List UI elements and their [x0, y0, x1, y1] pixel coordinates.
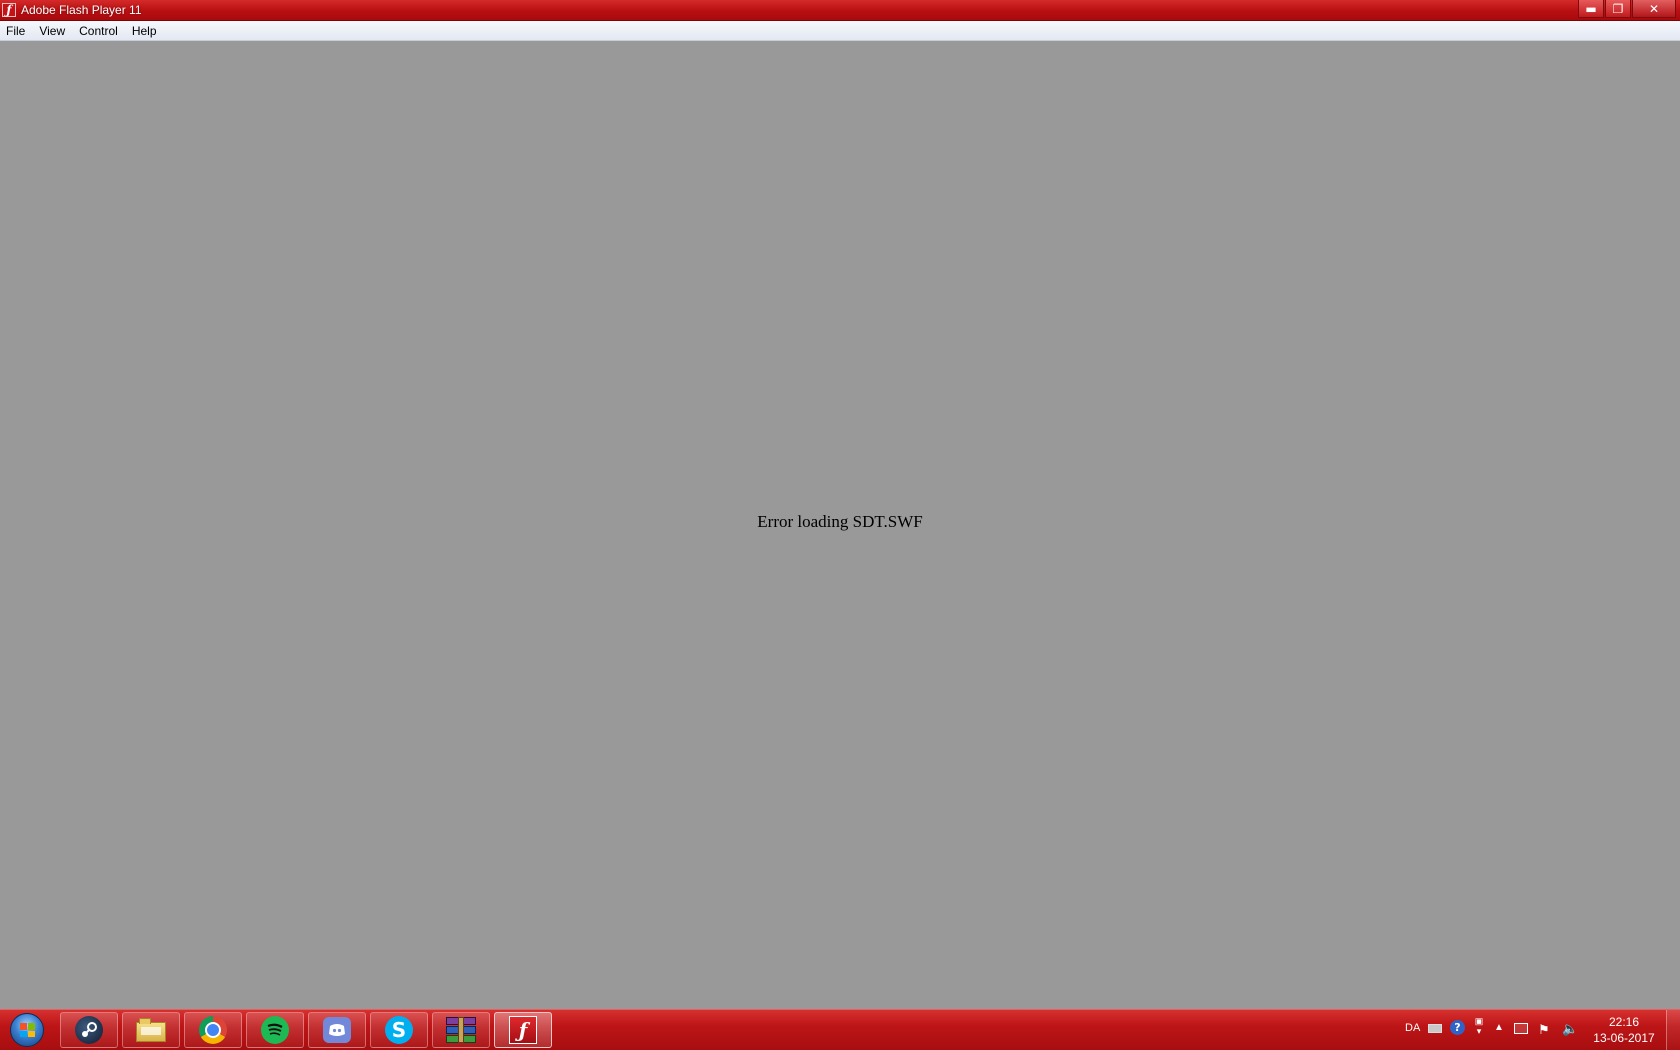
spotify-icon [261, 1016, 289, 1044]
title-bar[interactable]: ƒ Adobe Flash Player 11 ▬ ❐ ✕ [0, 0, 1680, 21]
taskbar-app-flash-player[interactable]: ƒ [494, 1012, 552, 1048]
help-icon[interactable]: ? [1450, 1020, 1465, 1035]
menu-control[interactable]: Control [72, 22, 125, 40]
skype-icon: S [385, 1016, 413, 1044]
show-hidden-icons-icon[interactable]: ▲ [1494, 1022, 1504, 1033]
flash-stage[interactable]: Error loading SDT.SWF [0, 41, 1680, 1009]
volume-icon[interactable]: 🔈 [1562, 1021, 1578, 1037]
menu-file[interactable]: File [0, 22, 32, 40]
taskbar-app-skype[interactable]: S [370, 1012, 428, 1048]
chrome-icon [199, 1016, 227, 1044]
taskbar-app-discord[interactable] [308, 1012, 366, 1048]
restore-icon: ❐ [1612, 1, 1624, 16]
clock-time: 22:16 [1608, 1015, 1640, 1029]
window-title: Adobe Flash Player 11 [21, 3, 142, 17]
discord-icon [323, 1017, 351, 1043]
network-icon[interactable] [1514, 1023, 1528, 1034]
window-controls: ▬ ❐ ✕ [1577, 0, 1676, 19]
close-icon: ✕ [1648, 1, 1660, 16]
taskbar-app-spotify[interactable] [246, 1012, 304, 1048]
menu-bar: File View Control Help [0, 21, 1680, 41]
taskbar-app-winrar[interactable] [432, 1012, 490, 1048]
start-button[interactable] [3, 1012, 51, 1048]
taskbar-app-file-explorer[interactable] [122, 1012, 180, 1048]
taskbar-app-steam[interactable] [60, 1012, 118, 1048]
taskbar: S ƒ DA ? ▣ ▾ ▲ ⚑ 🔈 22:16 13-06-2017 [0, 1009, 1680, 1050]
action-center-flag-icon[interactable]: ⚑ [1538, 1022, 1550, 1038]
minimize-button[interactable]: ▬ [1578, 0, 1604, 18]
clock[interactable]: 22:16 13-06-2017 [1590, 1014, 1658, 1046]
flash-icon[interactable]: ƒ [2, 3, 16, 17]
windows-logo-icon [10, 1013, 44, 1047]
flash-icon: ƒ [509, 1016, 537, 1044]
clock-date: 13-06-2017 [1593, 1031, 1655, 1045]
menu-help[interactable]: Help [125, 22, 164, 40]
steam-icon [75, 1016, 103, 1044]
menu-view[interactable]: View [32, 22, 72, 40]
error-message: Error loading SDT.SWF [757, 512, 923, 531]
folder-icon [136, 1018, 166, 1042]
minimize-icon: ▬ [1585, 1, 1597, 16]
winrar-icon [446, 1017, 476, 1043]
language-options-icon[interactable]: ▣ ▾ [1474, 1016, 1484, 1036]
language-indicator[interactable]: DA [1405, 1022, 1420, 1034]
taskbar-app-chrome[interactable] [184, 1012, 242, 1048]
keyboard-icon[interactable] [1428, 1024, 1442, 1033]
close-button[interactable]: ✕ [1632, 0, 1676, 18]
show-desktop-button[interactable] [1666, 1010, 1680, 1050]
restore-button[interactable]: ❐ [1605, 0, 1631, 18]
